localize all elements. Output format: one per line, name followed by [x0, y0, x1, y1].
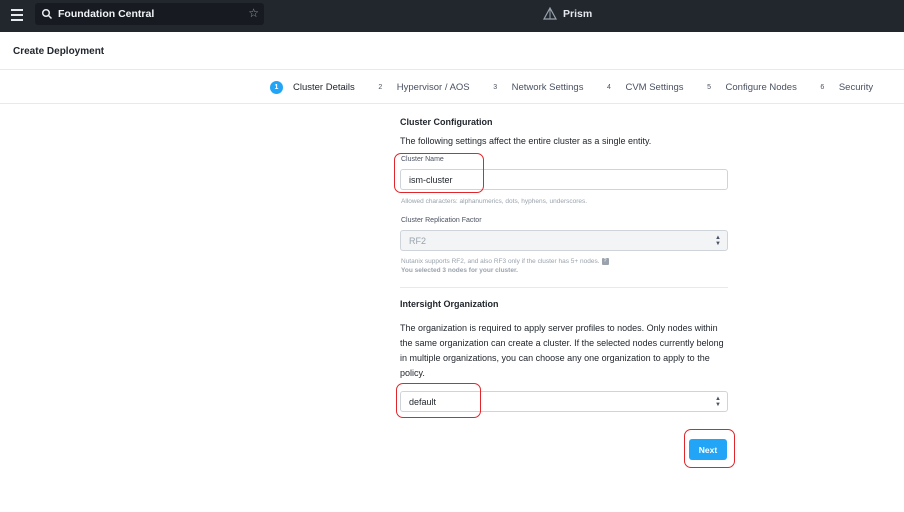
rf-help-line-1: Nutanix supports RF2, and also RF3 only … [401, 258, 600, 265]
highlight-organization [396, 383, 481, 418]
description-line: the same organization can create a clust… [400, 338, 724, 348]
hamburger-menu-icon[interactable] [11, 9, 23, 21]
step-label: Configure Nodes [725, 82, 797, 93]
search-box[interactable]: Foundation Central ☆ [35, 3, 264, 25]
replication-factor-label: Cluster Replication Factor [401, 217, 482, 224]
step-label: Network Settings [511, 82, 584, 93]
step-number: 3 [493, 84, 498, 91]
step-label: CVM Settings [625, 82, 684, 93]
steps-divider [0, 103, 904, 104]
page-title: Create Deployment [13, 46, 105, 57]
replication-factor-value: RF2 [409, 236, 427, 246]
step-number: 4 [607, 84, 611, 91]
description-line: policy. [400, 368, 425, 378]
step-label: Security [838, 82, 874, 93]
product-brand: Prism [543, 7, 592, 21]
step-security[interactable]: 6 Security [816, 81, 873, 94]
step-configure-nodes[interactable]: 5 Configure Nodes [703, 81, 797, 94]
search-input[interactable]: Foundation Central [58, 8, 154, 20]
description-line: in multiple organizations, you can choos… [400, 353, 710, 363]
step-label: Cluster Details [293, 82, 355, 93]
replication-factor-help: Nutanix supports RF2, and also RF3 only … [401, 257, 609, 275]
step-label: Hypervisor / AOS [396, 82, 470, 93]
step-cvm-settings[interactable]: 4 CVM Settings [602, 81, 684, 94]
header-divider [0, 69, 904, 70]
step-cluster-details[interactable]: 1 Cluster Details [270, 81, 355, 94]
select-arrows-icon: ▲ ▼ [715, 235, 721, 247]
step-hypervisor-aos[interactable]: 2 Hypervisor / AOS [374, 81, 470, 94]
rf-help-line-2: You selected 3 nodes for your cluster. [401, 267, 518, 274]
wizard-steps: 1 Cluster Details 2 Hypervisor / AOS 3 N… [270, 81, 873, 94]
search-icon [41, 8, 53, 20]
cluster-config-title: Cluster Configuration [400, 117, 493, 127]
step-network-settings[interactable]: 3 Network Settings [489, 81, 584, 94]
help-question-icon[interactable]: ? [601, 257, 609, 265]
replication-factor-select: RF2 ▲ ▼ [400, 230, 728, 251]
highlight-next-button [684, 429, 735, 468]
step-number: 1 [270, 81, 283, 94]
cluster-name-help: Allowed characters: alphanumerics, dots,… [401, 198, 588, 205]
top-nav-bar: Foundation Central ☆ Prism [0, 0, 904, 32]
star-icon[interactable]: ☆ [248, 6, 259, 20]
intersight-org-description: The organization is required to apply se… [400, 321, 724, 381]
prism-logo-icon [543, 7, 557, 20]
description-line: The organization is required to apply se… [400, 323, 718, 333]
select-arrows-icon: ▲ ▼ [715, 396, 721, 408]
step-number: 6 [820, 84, 825, 91]
highlight-cluster-name [394, 153, 484, 193]
section-divider [400, 287, 728, 288]
intersight-org-title: Intersight Organization [400, 299, 499, 309]
cluster-config-description: The following settings affect the entire… [400, 136, 652, 146]
step-number: 5 [707, 84, 711, 91]
product-name: Prism [563, 8, 593, 20]
step-number: 2 [378, 84, 383, 91]
